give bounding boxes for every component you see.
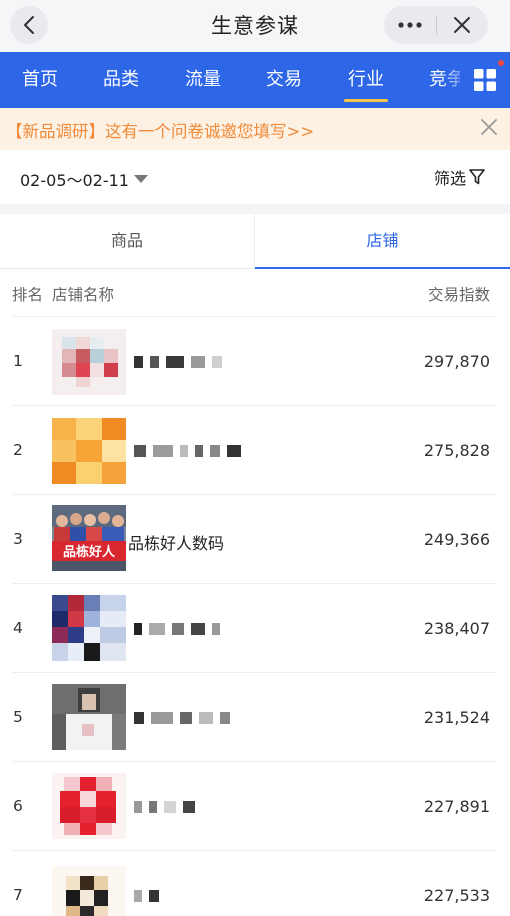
row-divider (12, 850, 496, 851)
close-icon (481, 119, 497, 135)
shop-logo: 品栋好人 (52, 505, 126, 571)
table-row[interactable]: 6 227,891 (0, 761, 510, 850)
table-row[interactable]: 4 238,407 (0, 583, 510, 672)
shop-logo (52, 866, 126, 916)
shop-name-redacted (134, 445, 241, 457)
shop-logo (52, 684, 126, 750)
survey-notice-text[interactable]: 【新品调研】这有一个问卷诚邀您填写>> (6, 118, 314, 142)
nav-tab-trade[interactable]: 交易 (266, 52, 302, 108)
title-bar: 生意参谋 (0, 0, 510, 52)
nav-tab-category[interactable]: 品类 (103, 52, 139, 108)
trade-index-value: 227,533 (423, 886, 490, 905)
tab-products[interactable]: 商品 (0, 214, 255, 268)
rank-number: 7 (13, 886, 23, 904)
row-divider (12, 583, 496, 584)
table-header: 排名 店铺名称 交易指数 (0, 270, 510, 316)
rank-number: 4 (13, 619, 23, 637)
rank-number: 3 (13, 530, 23, 548)
row-divider (12, 316, 496, 317)
funnel-icon (469, 169, 485, 185)
trade-index-value: 238,407 (423, 619, 490, 638)
header-rank: 排名 (12, 286, 44, 304)
logo-banner-text: 品栋好人 (63, 544, 116, 560)
shop-name-redacted (134, 890, 159, 902)
rank-number: 1 (13, 352, 23, 370)
shop-name-redacted (134, 801, 195, 813)
grid-menu-icon (474, 69, 496, 91)
shop-name[interactable]: 品栋好人数码 (128, 530, 224, 554)
notification-dot (498, 60, 504, 66)
trade-index-value: 249,366 (423, 530, 490, 549)
trade-index-value: 297,870 (423, 352, 490, 371)
rank-number: 5 (13, 708, 23, 726)
rank-number: 2 (13, 441, 23, 459)
rank-number: 6 (13, 797, 23, 815)
table-row[interactable]: 2 275,828 (0, 405, 510, 494)
row-divider (12, 405, 496, 406)
top-nav: 首页 品类 流量 交易 行业 竞争 (0, 52, 510, 108)
row-divider (12, 672, 496, 673)
more-button[interactable] (384, 6, 436, 44)
date-filter-row: 02-05～02-11 筛选 (0, 150, 510, 204)
trade-index-value: 275,828 (423, 441, 490, 460)
tab-shops[interactable]: 店铺 (255, 214, 510, 269)
filter-button[interactable]: 筛选 (434, 165, 486, 189)
section-gap (0, 204, 510, 214)
more-dots-icon (398, 22, 422, 28)
close-button[interactable] (437, 6, 489, 44)
nav-tab-industry[interactable]: 行业 (344, 52, 388, 108)
close-icon (454, 17, 471, 33)
date-range-selector[interactable]: 02-05～02-11 (20, 167, 129, 191)
grid-menu-button[interactable] (460, 52, 510, 108)
row-divider (12, 761, 496, 762)
nav-tab-home[interactable]: 首页 (22, 52, 58, 108)
shop-name-redacted (134, 356, 222, 368)
shop-logo (52, 418, 126, 484)
shop-name-redacted (134, 712, 230, 724)
survey-notice[interactable]: 【新品调研】这有一个问卷诚邀您填写>> (0, 108, 510, 150)
shop-logo (52, 595, 126, 661)
nav-tab-traffic[interactable]: 流量 (185, 52, 221, 108)
shop-logo (52, 329, 126, 395)
table-row[interactable]: 3 品栋好人 品栋好人数码 249,366 (0, 494, 510, 583)
mini-program-capsule (384, 6, 488, 44)
shop-name-redacted (134, 623, 220, 635)
notice-close-button[interactable] (480, 118, 498, 140)
caret-down-icon[interactable] (134, 175, 148, 183)
shop-logo (52, 773, 126, 839)
ranking-type-tabs: 商品 店铺 (0, 214, 510, 269)
table-row[interactable]: 5 231,524 (0, 672, 510, 761)
trade-index-value: 231,524 (423, 708, 490, 727)
header-shop-name: 店铺名称 (52, 286, 115, 304)
trade-index-value: 227,891 (423, 797, 490, 816)
row-divider (12, 494, 496, 495)
table-row[interactable]: 7 227,533 (0, 850, 510, 916)
table-row[interactable]: 1 297,870 (0, 316, 510, 405)
filter-label: 筛选 (433, 169, 466, 188)
header-trade-index[interactable]: 交易指数 (428, 283, 490, 305)
